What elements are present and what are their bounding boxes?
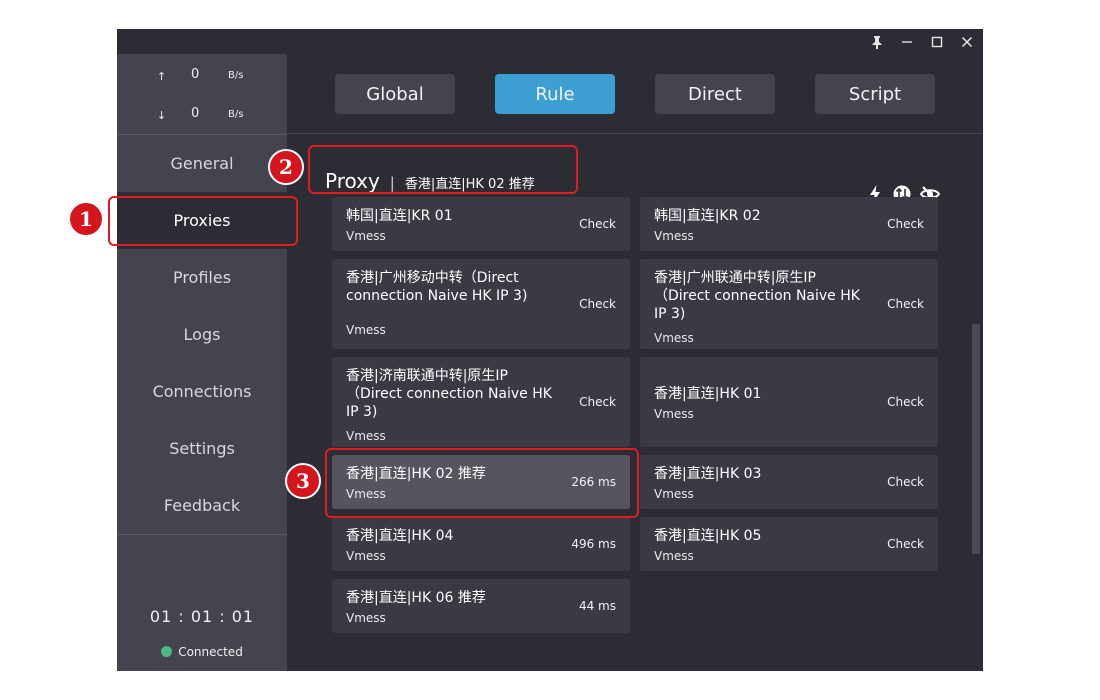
proxy-card-kr01[interactable]: 韩国|直连|KR 01 Vmess Check xyxy=(332,197,630,251)
sidebar-footer: 01 : 01 : 01 Connected xyxy=(117,534,287,672)
proxy-latency[interactable]: 496 ms xyxy=(571,537,616,551)
proxy-card-kr02[interactable]: 韩国|直连|KR 02 Vmess Check xyxy=(640,197,938,251)
sidebar-item-profiles[interactable]: Profiles xyxy=(117,249,287,306)
proxy-name: 香港|直连|HK 06 推荐 xyxy=(346,590,486,606)
sidebar-item-settings[interactable]: Settings xyxy=(117,420,287,477)
close-button[interactable] xyxy=(953,29,981,54)
proxy-check-button[interactable]: Check xyxy=(887,297,924,311)
annotation-badge-3: 3 xyxy=(285,463,321,499)
proxy-name: 香港|直连|HK 01 xyxy=(654,386,762,402)
proxy-type: Vmess xyxy=(346,549,386,563)
proxy-card-jn-unicom[interactable]: 香港|济南联通中转|原生IP （Direct connection Naive … xyxy=(332,357,630,447)
proxy-type: Vmess xyxy=(654,407,694,421)
maximize-button[interactable] xyxy=(923,29,951,54)
proxy-name: 韩国|直连|KR 01 xyxy=(346,208,453,224)
proxy-check-button[interactable]: Check xyxy=(887,475,924,489)
pin-button[interactable] xyxy=(863,29,891,54)
proxy-card-hk05[interactable]: 香港|直连|HK 05 Vmess Check xyxy=(640,517,938,571)
sidebar-item-logs[interactable]: Logs xyxy=(117,306,287,363)
proxy-check-button[interactable]: Check xyxy=(887,537,924,551)
proxy-type: Vmess xyxy=(346,229,386,243)
uptime-timer: 01 : 01 : 01 xyxy=(149,607,255,626)
proxy-check-button[interactable]: Check xyxy=(887,217,924,231)
minimize-icon xyxy=(902,40,912,43)
proxy-name: 香港|广州移动中转（Direct connection Naive HK IP … xyxy=(346,270,528,304)
proxy-type: Vmess xyxy=(346,323,386,337)
proxy-card-gz-unicom[interactable]: 香港|广州联通中转|原生IP （Direct connection Naive … xyxy=(640,259,938,349)
proxy-check-button[interactable]: Check xyxy=(579,217,616,231)
sidebar-item-connections[interactable]: Connections xyxy=(117,363,287,420)
upload-unit: B/s xyxy=(228,70,244,81)
annotation-badge-1: 1 xyxy=(68,201,104,237)
proxy-check-button[interactable]: Check xyxy=(887,395,924,409)
status-dot-icon xyxy=(161,646,173,657)
download-speed: ↓ 0 B/s xyxy=(117,106,287,126)
upload-arrow-icon: ↑ xyxy=(157,70,167,83)
proxy-type: Vmess xyxy=(654,331,694,345)
upload-value: 0 xyxy=(191,67,200,82)
proxy-card-gz-mobile[interactable]: 香港|广州移动中转（Direct connection Naive HK IP … xyxy=(332,259,630,349)
proxy-card-hk04[interactable]: 香港|直连|HK 04 Vmess 496 ms xyxy=(332,517,630,571)
connection-status: Connected xyxy=(117,645,287,659)
mode-global-button[interactable]: Global xyxy=(335,74,455,114)
annotation-box-group xyxy=(308,145,578,194)
upload-speed: ↑ 0 B/s xyxy=(117,67,287,87)
annotation-box-selected-proxy xyxy=(325,448,639,518)
proxy-check-button[interactable]: Check xyxy=(579,297,616,311)
download-value: 0 xyxy=(191,106,200,121)
proxy-name: 香港|广州联通中转|原生IP （Direct connection Naive … xyxy=(654,270,860,322)
proxy-check-button[interactable]: Check xyxy=(579,395,616,409)
proxy-name: 香港|直连|HK 05 xyxy=(654,528,762,544)
proxy-type: Vmess xyxy=(654,487,694,501)
mode-script-button[interactable]: Script xyxy=(815,74,935,114)
proxy-type: Vmess xyxy=(346,429,386,443)
proxy-name: 韩国|直连|KR 02 xyxy=(654,208,761,224)
annotation-box-proxies xyxy=(108,196,298,246)
download-unit: B/s xyxy=(228,109,244,120)
minimize-button[interactable] xyxy=(893,29,921,54)
annotation-badge-2: 2 xyxy=(268,149,304,185)
status-label: Connected xyxy=(178,645,243,659)
proxy-card-hk06[interactable]: 香港|直连|HK 06 推荐 Vmess 44 ms xyxy=(332,579,630,633)
close-icon xyxy=(961,36,973,47)
proxy-latency[interactable]: 44 ms xyxy=(579,599,616,613)
maximize-icon xyxy=(931,36,943,47)
proxy-name: 香港|直连|HK 03 xyxy=(654,466,762,482)
proxy-name: 香港|直连|HK 04 xyxy=(346,528,454,544)
app-window: ↑ 0 B/s ↓ 0 B/s General Proxies Profiles… xyxy=(117,29,983,671)
proxy-type: Vmess xyxy=(346,611,386,625)
sidebar: ↑ 0 B/s ↓ 0 B/s General Proxies Profiles… xyxy=(117,54,287,671)
sidebar-item-general[interactable]: General xyxy=(117,135,287,192)
proxy-card-hk01[interactable]: 香港|直连|HK 01 Vmess Check xyxy=(640,357,938,447)
proxy-name: 香港|济南联通中转|原生IP （Direct connection Naive … xyxy=(346,368,552,420)
download-arrow-icon: ↓ xyxy=(157,109,167,122)
proxy-type: Vmess xyxy=(654,549,694,563)
pin-icon xyxy=(872,35,882,49)
title-bar xyxy=(117,29,983,54)
proxy-card-hk03[interactable]: 香港|直连|HK 03 Vmess Check xyxy=(640,455,938,509)
mode-direct-button[interactable]: Direct xyxy=(655,74,775,114)
mode-rule-button[interactable]: Rule xyxy=(495,74,615,114)
proxy-list-scrollbar[interactable] xyxy=(972,324,980,554)
proxy-type: Vmess xyxy=(654,229,694,243)
sidebar-item-feedback[interactable]: Feedback xyxy=(117,477,287,534)
mode-switcher: Global Rule Direct Script xyxy=(287,54,983,134)
traffic-speed: ↑ 0 B/s ↓ 0 B/s xyxy=(117,54,287,135)
